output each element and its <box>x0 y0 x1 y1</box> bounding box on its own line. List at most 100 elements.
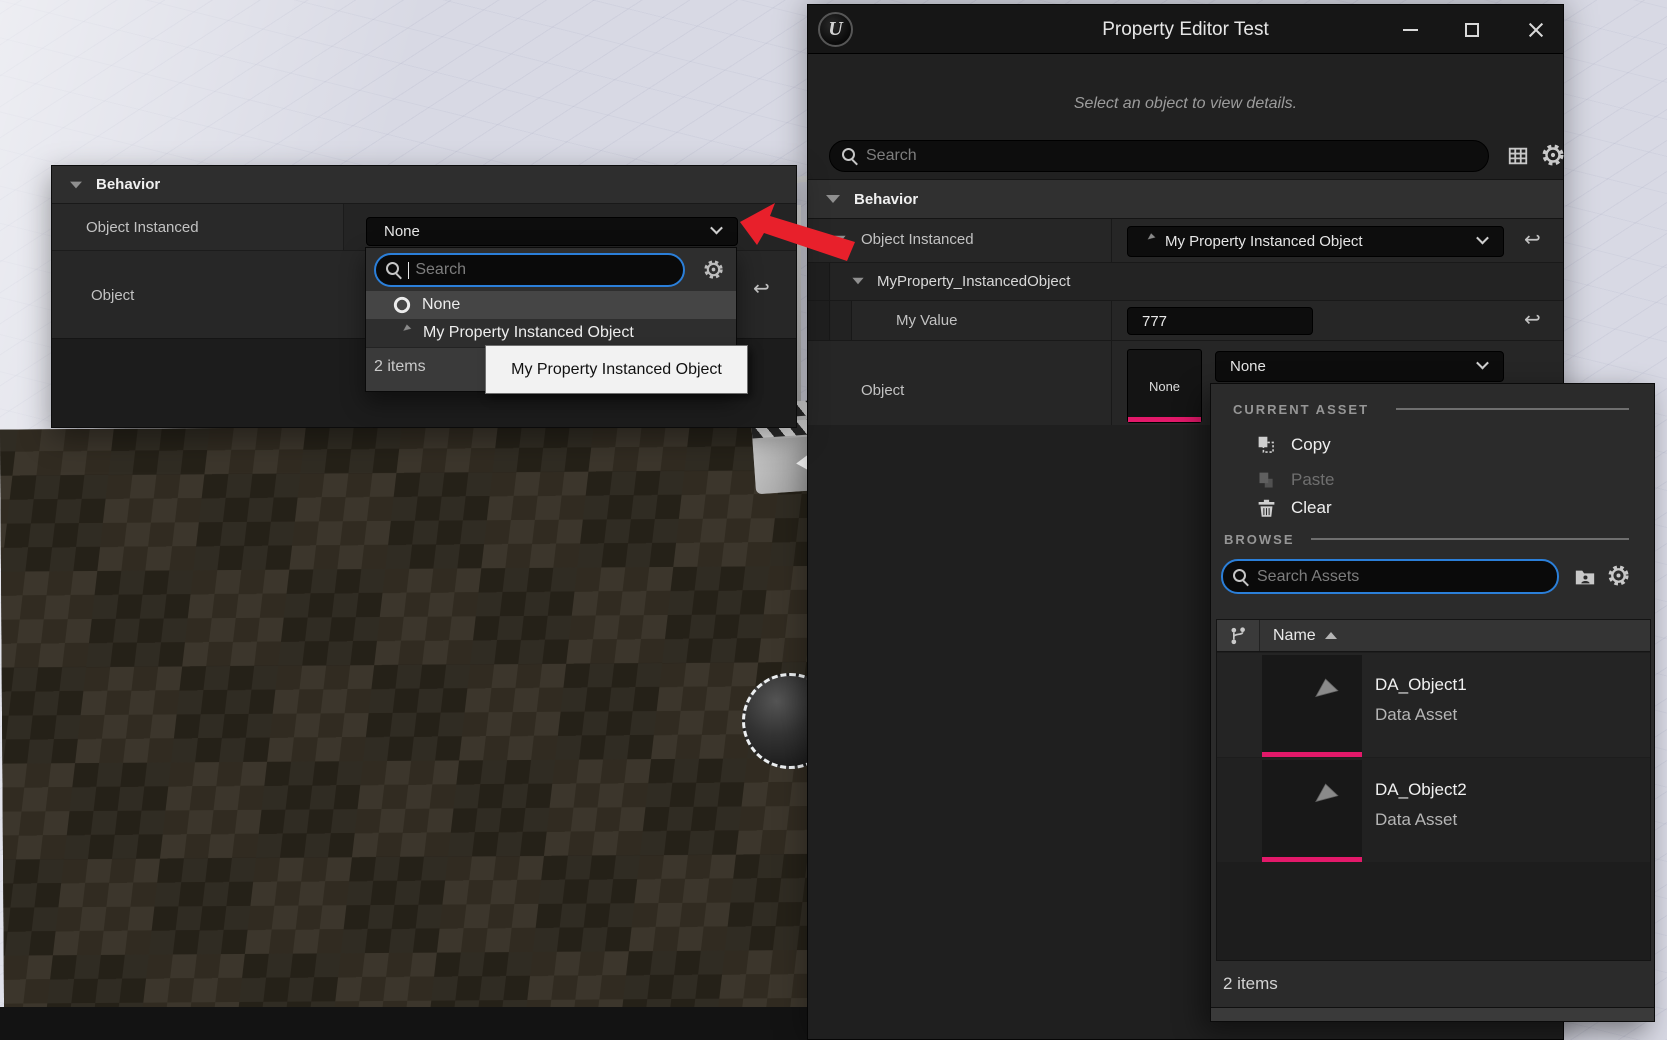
chevron-down-icon <box>1476 231 1489 244</box>
property-label: Object <box>861 382 904 399</box>
row-myproperty-instancedobject[interactable]: MyProperty_InstancedObject <box>808 263 1563 301</box>
settings-gear-icon[interactable] <box>1607 564 1630 587</box>
chevron-down-icon <box>1476 356 1489 369</box>
option-label: My Property Instanced Object <box>423 324 634 342</box>
my-value-text: 777 <box>1142 313 1167 330</box>
my-value-input[interactable]: 777 <box>1127 307 1313 335</box>
folder-browse-icon[interactable] <box>1573 566 1597 588</box>
asset-type-color-bar <box>1262 857 1362 862</box>
dropdown-option-none[interactable]: None <box>366 291 736 319</box>
object-instanced-combobox[interactable]: None <box>366 217 738 246</box>
property-label: Object Instanced <box>86 219 199 236</box>
name-column-header[interactable]: Name <box>1273 627 1316 645</box>
asset-thumbnail[interactable] <box>1262 760 1362 857</box>
settings-gear-icon[interactable] <box>703 259 724 280</box>
reset-to-default-button[interactable] <box>1524 310 1541 330</box>
revision-control-column-button[interactable] <box>1217 620 1260 651</box>
asset-list: Name DA_Object1 Data Asset DA_Object2 Da… <box>1216 619 1651 961</box>
item-count: 2 items <box>374 358 426 376</box>
reset-to-default-button[interactable] <box>1524 230 1541 250</box>
dropdown-option-my-property-instanced-object[interactable]: My Property Instanced Object <box>366 319 736 347</box>
viewport-floor-edge <box>0 1007 810 1040</box>
asset-name: DA_Object2 <box>1375 780 1467 800</box>
category-behavior[interactable]: Behavior <box>52 166 796 204</box>
red-annotation-arrow <box>728 200 860 264</box>
close-button[interactable] <box>1525 19 1547 41</box>
viewport-checker-floor <box>0 424 812 1014</box>
sort-ascending-icon[interactable] <box>1325 632 1337 639</box>
option-label: None <box>422 296 460 314</box>
menu-label: Clear <box>1291 498 1332 518</box>
asset-row[interactable]: DA_Object2 Data Asset <box>1217 758 1650 862</box>
expander-arrow-icon[interactable] <box>70 181 82 188</box>
child-object-header: MyProperty_InstancedObject <box>877 273 1070 290</box>
row-my-value: My Value 777 <box>808 301 1563 341</box>
details-hint-text: Select an object to view details. <box>808 95 1563 113</box>
branch-icon <box>1228 626 1248 646</box>
asset-name: DA_Object1 <box>1375 675 1467 695</box>
asset-picker-dropdown: CURRENT ASSET Copy Paste Clear BROWSE <box>1210 383 1655 1022</box>
panel-footer-bar <box>1211 1007 1654 1021</box>
asset-type: Data Asset <box>1375 810 1457 830</box>
object-instanced-combobox[interactable]: My Property Instanced Object <box>1127 226 1504 257</box>
combobox-value: My Property Instanced Object <box>1165 233 1363 250</box>
search-icon <box>386 262 402 278</box>
category-behavior[interactable]: Behavior <box>808 179 1563 219</box>
thumbnail-text: None <box>1149 379 1180 394</box>
menu-item-copy[interactable]: Copy <box>1211 428 1654 462</box>
asset-list-header: Name <box>1217 620 1650 652</box>
dropdown-search-input[interactable] <box>415 261 673 279</box>
instanced-object-pie-icon <box>1136 231 1157 252</box>
window-title: Property Editor Test <box>808 5 1563 54</box>
data-asset-pie-icon <box>1281 777 1343 839</box>
close-icon <box>1528 22 1544 38</box>
menu-label: Copy <box>1291 435 1331 455</box>
paste-icon <box>1256 470 1277 491</box>
display-options-table-icon[interactable] <box>1507 145 1529 167</box>
menu-label: Paste <box>1291 470 1334 490</box>
category-label: Behavior <box>854 191 918 208</box>
asset-search-input[interactable] <box>1257 568 1547 586</box>
data-asset-pie-icon <box>1281 672 1343 734</box>
text-caret <box>408 262 409 279</box>
property-label: My Value <box>896 312 957 329</box>
instanced-object-pie-icon <box>391 322 413 344</box>
window-titlebar[interactable]: U Property Editor Test <box>808 5 1563 54</box>
asset-type-color-bar <box>1128 417 1201 422</box>
minimize-button[interactable] <box>1399 19 1421 41</box>
copy-icon <box>1256 435 1277 456</box>
object-asset-thumbnail[interactable]: None <box>1127 349 1202 423</box>
search-icon <box>842 148 858 164</box>
asset-row[interactable]: DA_Object1 Data Asset <box>1217 653 1650 757</box>
minimize-icon <box>1403 29 1418 31</box>
combobox-value: None <box>384 223 420 240</box>
property-label: Object <box>91 287 134 304</box>
chevron-down-icon <box>710 221 723 234</box>
details-search-bar[interactable] <box>829 140 1489 172</box>
object-asset-combobox[interactable]: None <box>1215 351 1504 382</box>
asset-search-box[interactable] <box>1221 559 1559 594</box>
maximize-button[interactable] <box>1461 19 1483 41</box>
settings-gear-icon[interactable] <box>1541 143 1565 167</box>
combobox-value: None <box>1230 358 1266 375</box>
section-label-browse: BROWSE <box>1224 532 1295 547</box>
search-icon <box>1233 569 1249 585</box>
expander-arrow-icon[interactable] <box>852 278 863 284</box>
trash-icon <box>1256 498 1277 519</box>
details-search-input[interactable] <box>866 147 1476 165</box>
editor-screenshot: U Property Editor Test Select an object … <box>0 0 1667 1040</box>
option-tooltip: My Property Instanced Object <box>485 345 748 394</box>
asset-count: 2 items <box>1223 974 1278 994</box>
maximize-icon <box>1465 23 1479 37</box>
dropdown-search-box[interactable] <box>374 253 685 287</box>
property-label: Object Instanced <box>861 231 974 248</box>
none-ring-icon <box>392 295 412 315</box>
reset-to-default-button[interactable] <box>753 279 770 299</box>
asset-type-color-bar <box>1262 752 1362 757</box>
menu-item-clear[interactable]: Clear <box>1211 491 1654 525</box>
section-label-current-asset: CURRENT ASSET <box>1233 402 1369 417</box>
tooltip-text: My Property Instanced Object <box>511 361 722 379</box>
asset-thumbnail[interactable] <box>1262 655 1362 752</box>
row-object-instanced: Object Instanced My Property Instanced O… <box>808 219 1563 263</box>
category-label: Behavior <box>96 176 160 193</box>
